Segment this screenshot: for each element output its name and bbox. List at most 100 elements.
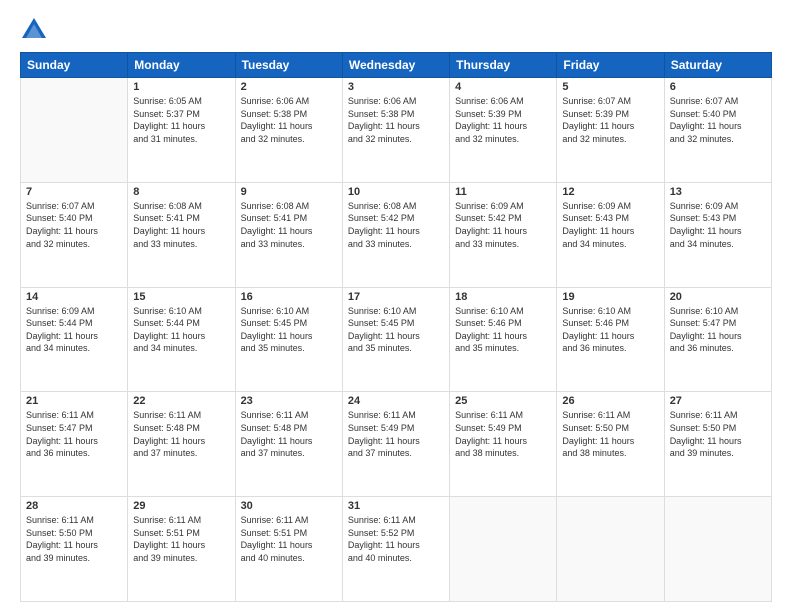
calendar-cell: 5Sunrise: 6:07 AM Sunset: 5:39 PM Daylig… (557, 78, 664, 183)
calendar-cell: 21 Sunrise: 6:11 AM Sunset: 5:47 PM Dayli… (21, 392, 128, 497)
day-number: 27 (670, 395, 766, 407)
day-number: 10 (348, 186, 444, 198)
day-number: 6 (670, 81, 766, 93)
day-number: 8 (133, 186, 229, 198)
cell-info: Sunrise: 6:06 AM Sunset: 5:38 PM Dayligh… (348, 95, 444, 145)
calendar-cell: 11Sunrise: 6:09 AM Sunset: 5:42 PM Dayli… (450, 182, 557, 287)
calendar-cell (450, 497, 557, 602)
calendar-cell (557, 497, 664, 602)
cell-info: Sunrise: 6:11 AM Sunset: 5:50 PM Dayligh… (26, 514, 122, 564)
calendar-week-0: 1 Sunrise: 6:05 AM Sunset: 5:37 PM Daylig… (21, 78, 772, 183)
calendar-cell: 19 Sunrise: 6:10 AM Sunset: 5:46 PM Dayli… (557, 287, 664, 392)
day-number: 11 (455, 186, 551, 198)
calendar-cell: 6 Sunrise: 6:07 AM Sunset: 5:40 PM Daylig… (664, 78, 771, 183)
calendar-cell: 30 Sunrise: 6:11 AM Sunset: 5:51 PM Dayli… (235, 497, 342, 602)
cell-info: Sunrise: 6:11 AM Sunset: 5:52 PM Dayligh… (348, 514, 444, 564)
calendar-week-1: 7 Sunrise: 6:07 AM Sunset: 5:40 PM Daylig… (21, 182, 772, 287)
cell-info: Sunrise: 6:05 AM Sunset: 5:37 PM Dayligh… (133, 95, 229, 145)
calendar-header-wednesday: Wednesday (342, 53, 449, 78)
cell-info: Sunrise: 6:11 AM Sunset: 5:49 PM Dayligh… (455, 409, 551, 459)
page: SundayMondayTuesdayWednesdayThursdayFrid… (0, 0, 792, 612)
cell-info: Sunrise: 6:08 AM Sunset: 5:42 PM Dayligh… (348, 200, 444, 250)
calendar-cell: 28 Sunrise: 6:11 AM Sunset: 5:50 PM Dayli… (21, 497, 128, 602)
day-number: 16 (241, 291, 337, 303)
calendar-week-4: 28 Sunrise: 6:11 AM Sunset: 5:50 PM Dayli… (21, 497, 772, 602)
cell-info: Sunrise: 6:06 AM Sunset: 5:38 PM Dayligh… (241, 95, 337, 145)
calendar-week-2: 14Sunrise: 6:09 AM Sunset: 5:44 PM Dayli… (21, 287, 772, 392)
calendar-cell: 25 Sunrise: 6:11 AM Sunset: 5:49 PM Dayli… (450, 392, 557, 497)
cell-info: Sunrise: 6:11 AM Sunset: 5:50 PM Dayligh… (562, 409, 658, 459)
day-number: 20 (670, 291, 766, 303)
day-number: 24 (348, 395, 444, 407)
calendar-cell: 22 Sunrise: 6:11 AM Sunset: 5:48 PM Dayli… (128, 392, 235, 497)
day-number: 3 (348, 81, 444, 93)
day-number: 14 (26, 291, 122, 303)
cell-info: Sunrise: 6:10 AM Sunset: 5:44 PM Dayligh… (133, 305, 229, 355)
calendar-cell: 18 Sunrise: 6:10 AM Sunset: 5:46 PM Dayli… (450, 287, 557, 392)
calendar-cell: 23 Sunrise: 6:11 AM Sunset: 5:48 PM Dayli… (235, 392, 342, 497)
calendar-cell: 4Sunrise: 6:06 AM Sunset: 5:39 PM Daylig… (450, 78, 557, 183)
calendar-cell: 12 Sunrise: 6:09 AM Sunset: 5:43 PM Dayli… (557, 182, 664, 287)
calendar-header-tuesday: Tuesday (235, 53, 342, 78)
calendar-cell: 2 Sunrise: 6:06 AM Sunset: 5:38 PM Daylig… (235, 78, 342, 183)
logo (20, 16, 52, 44)
cell-info: Sunrise: 6:07 AM Sunset: 5:40 PM Dayligh… (26, 200, 122, 250)
logo-icon (20, 16, 48, 44)
cell-info: Sunrise: 6:08 AM Sunset: 5:41 PM Dayligh… (241, 200, 337, 250)
calendar-cell: 27 Sunrise: 6:11 AM Sunset: 5:50 PM Dayli… (664, 392, 771, 497)
day-number: 25 (455, 395, 551, 407)
calendar-cell: 10 Sunrise: 6:08 AM Sunset: 5:42 PM Dayli… (342, 182, 449, 287)
day-number: 23 (241, 395, 337, 407)
header (20, 16, 772, 44)
day-number: 15 (133, 291, 229, 303)
day-number: 12 (562, 186, 658, 198)
cell-info: Sunrise: 6:11 AM Sunset: 5:48 PM Dayligh… (133, 409, 229, 459)
calendar-cell: 14Sunrise: 6:09 AM Sunset: 5:44 PM Dayli… (21, 287, 128, 392)
day-number: 1 (133, 81, 229, 93)
calendar-header-friday: Friday (557, 53, 664, 78)
calendar-week-3: 21 Sunrise: 6:11 AM Sunset: 5:47 PM Dayli… (21, 392, 772, 497)
day-number: 2 (241, 81, 337, 93)
calendar-cell: 31 Sunrise: 6:11 AM Sunset: 5:52 PM Dayli… (342, 497, 449, 602)
cell-info: Sunrise: 6:08 AM Sunset: 5:41 PM Dayligh… (133, 200, 229, 250)
day-number: 28 (26, 500, 122, 512)
cell-info: Sunrise: 6:10 AM Sunset: 5:45 PM Dayligh… (241, 305, 337, 355)
cell-info: Sunrise: 6:07 AM Sunset: 5:39 PM Dayligh… (562, 95, 658, 145)
day-number: 19 (562, 291, 658, 303)
calendar-table: SundayMondayTuesdayWednesdayThursdayFrid… (20, 52, 772, 602)
cell-info: Sunrise: 6:11 AM Sunset: 5:48 PM Dayligh… (241, 409, 337, 459)
cell-info: Sunrise: 6:06 AM Sunset: 5:39 PM Dayligh… (455, 95, 551, 145)
day-number: 30 (241, 500, 337, 512)
cell-info: Sunrise: 6:11 AM Sunset: 5:50 PM Dayligh… (670, 409, 766, 459)
day-number: 26 (562, 395, 658, 407)
day-number: 31 (348, 500, 444, 512)
cell-info: Sunrise: 6:11 AM Sunset: 5:47 PM Dayligh… (26, 409, 122, 459)
calendar-cell: 26 Sunrise: 6:11 AM Sunset: 5:50 PM Dayli… (557, 392, 664, 497)
calendar-header-saturday: Saturday (664, 53, 771, 78)
calendar-cell: 1 Sunrise: 6:05 AM Sunset: 5:37 PM Daylig… (128, 78, 235, 183)
day-number: 7 (26, 186, 122, 198)
day-number: 21 (26, 395, 122, 407)
cell-info: Sunrise: 6:10 AM Sunset: 5:46 PM Dayligh… (455, 305, 551, 355)
calendar-cell: 9 Sunrise: 6:08 AM Sunset: 5:41 PM Daylig… (235, 182, 342, 287)
cell-info: Sunrise: 6:07 AM Sunset: 5:40 PM Dayligh… (670, 95, 766, 145)
cell-info: Sunrise: 6:09 AM Sunset: 5:43 PM Dayligh… (670, 200, 766, 250)
calendar-cell: 29 Sunrise: 6:11 AM Sunset: 5:51 PM Dayli… (128, 497, 235, 602)
cell-info: Sunrise: 6:10 AM Sunset: 5:46 PM Dayligh… (562, 305, 658, 355)
calendar-cell: 20 Sunrise: 6:10 AM Sunset: 5:47 PM Dayli… (664, 287, 771, 392)
cell-info: Sunrise: 6:10 AM Sunset: 5:47 PM Dayligh… (670, 305, 766, 355)
calendar-cell: 7 Sunrise: 6:07 AM Sunset: 5:40 PM Daylig… (21, 182, 128, 287)
day-number: 18 (455, 291, 551, 303)
calendar-cell: 15 Sunrise: 6:10 AM Sunset: 5:44 PM Dayli… (128, 287, 235, 392)
day-number: 22 (133, 395, 229, 407)
cell-info: Sunrise: 6:11 AM Sunset: 5:51 PM Dayligh… (241, 514, 337, 564)
day-number: 29 (133, 500, 229, 512)
calendar-cell: 16 Sunrise: 6:10 AM Sunset: 5:45 PM Dayli… (235, 287, 342, 392)
cell-info: Sunrise: 6:09 AM Sunset: 5:43 PM Dayligh… (562, 200, 658, 250)
calendar-cell: 3 Sunrise: 6:06 AM Sunset: 5:38 PM Daylig… (342, 78, 449, 183)
calendar-header-sunday: Sunday (21, 53, 128, 78)
calendar-cell (664, 497, 771, 602)
calendar-cell: 17Sunrise: 6:10 AM Sunset: 5:45 PM Dayli… (342, 287, 449, 392)
day-number: 9 (241, 186, 337, 198)
cell-info: Sunrise: 6:11 AM Sunset: 5:51 PM Dayligh… (133, 514, 229, 564)
